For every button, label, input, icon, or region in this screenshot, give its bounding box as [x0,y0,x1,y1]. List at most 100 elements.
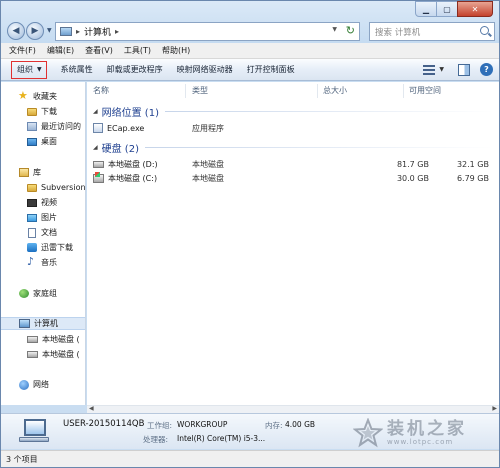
nav-network[interactable]: 网络 [1,378,85,391]
nav-libraries[interactable]: 库 [1,166,85,179]
list-item[interactable]: ECap.exe 应用程序 [87,122,499,134]
address-dropdown[interactable]: ▼ [332,26,337,33]
command-bar: 组织 ▼ 系统属性 卸载或更改程序 映射网络驱动器 打开控制面板 ▼ ? [1,59,499,81]
nav-videos-label: 视频 [41,198,57,207]
recent-pages-dropdown[interactable]: ▼ [47,27,52,34]
collapse-icon[interactable]: ◢ [93,144,98,151]
nav-recent-label: 最近访问的 [41,122,81,131]
change-view-icon[interactable] [423,64,436,75]
breadcrumb-separator[interactable]: ▸ [76,27,80,36]
search-input[interactable]: 搜索 计算机 [369,22,495,41]
nav-favorites[interactable]: 收藏夹 [1,89,85,103]
breadcrumb-separator[interactable]: ▸ [115,27,119,36]
refresh-icon[interactable]: ↻ [346,24,355,37]
drive-icon [27,336,38,343]
scroll-right-icon[interactable]: ▶ [492,405,497,412]
document-icon [28,227,36,238]
column-type[interactable]: 类型 [192,82,208,99]
back-button[interactable]: ◀ [7,22,25,40]
group-hard-disks[interactable]: ◢ 硬盘 (2) [93,140,493,155]
site-watermark: 装机之家 www.lotpc.com [353,415,497,451]
menu-view[interactable]: 查看(V) [85,45,113,56]
list-item[interactable]: 本地磁盘 (C:) 本地磁盘 30.0 GB 6.79 GB [87,171,499,184]
nav-music[interactable]: 音乐 [1,255,85,269]
nav-thunder-label: 迅雷下载 [41,243,73,252]
item-name: 本地磁盘 (C:) [108,173,158,183]
nav-libraries-label: 库 [33,168,41,177]
nav-drive-d[interactable]: 本地磁盘 ( [1,333,85,346]
item-name: ECap.exe [107,123,145,133]
nav-pictures[interactable]: 图片 [1,211,85,224]
item-name: 本地磁盘 (D:) [108,159,158,169]
view-options-dropdown[interactable]: ▼ [439,66,444,73]
item-name-cell: 本地磁盘 (C:) [93,171,158,184]
view-controls: ▼ ? [423,63,493,76]
item-name-cell: ECap.exe [93,122,144,134]
system-properties-button[interactable]: 系统属性 [61,64,93,75]
nav-downloads[interactable]: 下载 [1,105,85,118]
map-network-drive-button[interactable]: 映射网络驱动器 [177,64,233,75]
preview-pane-icon[interactable] [458,63,470,76]
column-total-size[interactable]: 总大小 [323,82,347,99]
search-placeholder: 搜索 计算机 [375,27,421,38]
thunder-download-icon [27,243,37,252]
forward-button[interactable]: ▶ [26,22,44,40]
application-icon [93,123,103,133]
computer-icon [19,319,30,328]
nav-documents[interactable]: 文档 [1,226,85,239]
item-type: 应用程序 [192,123,224,133]
menu-tools[interactable]: 工具(T) [124,45,151,56]
minimize-button[interactable]: ▁ [415,1,437,17]
collapse-icon[interactable]: ◢ [93,108,98,115]
column-divider[interactable] [185,84,186,98]
nav-subversion[interactable]: Subversion [1,181,85,194]
nav-computer[interactable]: 计算机 [1,317,85,330]
open-control-panel-button[interactable]: 打开控制面板 [247,64,295,75]
address-bar[interactable]: ▸ 计算机 ▸ ▼ ↻ [55,22,360,41]
nav-recent[interactable]: 最近访问的 [1,120,85,133]
group-divider [164,110,493,112]
uninstall-program-button[interactable]: 卸载或更改程序 [107,64,163,75]
scroll-left-icon[interactable]: ◀ [89,405,94,412]
computer-icon [60,27,72,36]
horizontal-scrollbar[interactable]: ◀ ▶ [87,405,499,413]
drive-icon [93,160,104,168]
nav-computer-label: 计算机 [34,319,58,328]
nav-drive-c[interactable]: 本地磁盘 ( [1,348,85,361]
downloads-folder-icon [27,107,37,116]
group-network-locations[interactable]: ◢ 网络位置 (1) [93,104,493,119]
picture-icon [27,213,37,222]
menu-edit[interactable]: 编辑(E) [47,45,74,56]
close-button[interactable]: ✕ [457,1,493,17]
workgroup-label: 工作组: [147,421,173,430]
desktop-icon [27,137,37,146]
network-icon [19,379,29,390]
memory-label: 内存: [265,421,283,430]
maximize-button[interactable]: ▢ [436,1,458,17]
nav-homegroup[interactable]: 家庭组 [1,287,85,300]
group-network-title: 网络位置 (1) [101,107,159,119]
item-free-space: 6.79 GB [456,173,489,183]
address-row: ▁ ▢ ✕ ◀ ▶ ▼ ▸ 计算机 ▸ ▼ ↻ 搜索 计算机 [1,1,499,43]
drive-icon [27,351,38,358]
column-free-space[interactable]: 可用空间 [409,82,441,99]
nav-downloads-label: 下载 [41,107,57,116]
menu-help[interactable]: 帮助(H) [162,45,190,56]
nav-videos[interactable]: 视频 [1,196,85,209]
nav-pictures-label: 图片 [41,213,57,222]
breadcrumb-computer[interactable]: 计算机 [84,25,111,38]
nav-desktop[interactable]: 桌面 [1,135,85,148]
column-name[interactable]: 名称 [93,82,109,99]
list-item[interactable]: 本地磁盘 (D:) 本地磁盘 81.7 GB 32.1 GB [87,158,499,170]
nav-drive-d-label: 本地磁盘 ( [42,335,80,344]
organize-button[interactable]: 组织 ▼ [11,60,47,79]
menu-file[interactable]: 文件(F) [9,45,36,56]
item-total-size: 81.7 GB [396,159,429,169]
item-type: 本地磁盘 [192,173,224,183]
search-icon[interactable] [480,26,489,35]
help-icon[interactable]: ? [480,63,493,76]
column-divider[interactable] [403,84,404,98]
nav-thunder[interactable]: 迅雷下载 [1,241,85,254]
item-name-cell: 本地磁盘 (D:) [93,158,158,170]
column-divider[interactable] [317,84,318,98]
